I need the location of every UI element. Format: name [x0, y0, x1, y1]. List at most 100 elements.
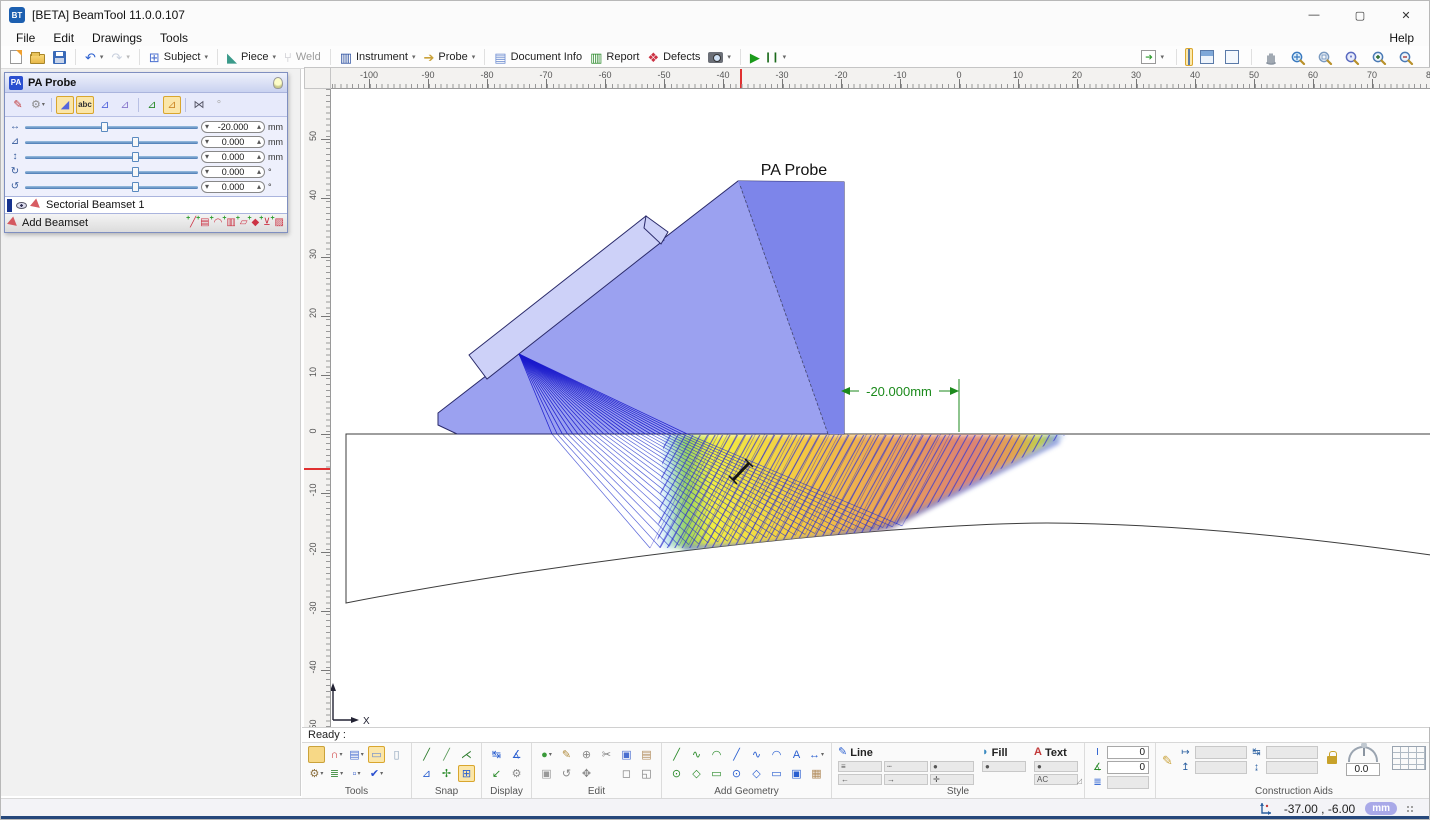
redo-button[interactable]: ↷▾	[107, 49, 133, 66]
toggle-exit-point-icon[interactable]: ⊿	[96, 96, 114, 114]
add-rect[interactable]: ▭	[768, 765, 785, 782]
style-expander-icon[interactable]: ◿	[1077, 777, 1082, 785]
mirror-probe-icon[interactable]: ⋈	[190, 96, 208, 114]
snap-nearest[interactable]: ╱	[438, 746, 455, 763]
add-arc[interactable]: ◠	[768, 746, 785, 763]
aspect-lock-icon[interactable]	[1327, 756, 1337, 764]
magnet-tool[interactable]: ∩▾	[328, 746, 345, 763]
menu-file[interactable]: File	[7, 31, 44, 45]
grid-settings-icon[interactable]	[1392, 746, 1426, 770]
probe-index-offset-slider[interactable]	[25, 137, 198, 147]
show-angles[interactable]: ∡	[508, 746, 525, 763]
probe-index-offset-thumb[interactable]	[132, 137, 139, 147]
add-text[interactable]: A	[788, 746, 805, 763]
measure-pencil-icon[interactable]: ✎	[1162, 754, 1173, 767]
move[interactable]: ✥	[578, 765, 595, 782]
minimize-button[interactable]: —	[1291, 1, 1337, 29]
probe-elevation-thumb[interactable]	[132, 152, 139, 162]
pan-button[interactable]	[1260, 48, 1283, 67]
weld-button[interactable]: ⑂Weld	[280, 49, 325, 66]
snap-axis[interactable]: ⊿	[418, 765, 435, 782]
wedge-dimensions-icon[interactable]: ⊿	[143, 96, 161, 114]
line-color-button[interactable]: ●	[930, 761, 974, 772]
y-span-field[interactable]	[1266, 761, 1318, 774]
line-dash-button[interactable]: ┄	[884, 761, 928, 772]
menu-tools[interactable]: Tools	[151, 31, 197, 45]
add-compound-beamset-icon[interactable]: ◆	[252, 217, 260, 229]
zoom-selected-button[interactable]	[1340, 48, 1364, 67]
side-panel-tool[interactable]: ▯	[388, 746, 405, 763]
select-tool[interactable]	[308, 746, 325, 763]
text-case-button[interactable]: AC	[1034, 774, 1078, 785]
probe-x-position-thumb[interactable]	[101, 122, 108, 132]
drawing-canvas[interactable]: -20.000mm PA Probe Y X	[331, 89, 1430, 727]
screenshot-button[interactable]: ▾	[704, 50, 735, 65]
list-field[interactable]	[1107, 776, 1149, 789]
zoom-extents-button[interactable]	[1286, 48, 1310, 67]
probe-skew-spinner[interactable]: ▾0.000▴	[201, 181, 265, 193]
angle-lock-icon[interactable]: ∡	[1091, 762, 1104, 773]
add-line[interactable]: ╱	[728, 746, 745, 763]
line-end-arrow-button[interactable]: →	[884, 774, 928, 785]
new-document-button[interactable]	[6, 48, 26, 66]
probe-settings-icon[interactable]: ⚙▾	[29, 96, 47, 114]
paste[interactable]: ▤	[638, 746, 655, 763]
probe-button[interactable]: ➔Probe▾	[419, 49, 479, 66]
add-polyline[interactable]: ∿	[748, 746, 765, 763]
instrument-button[interactable]: ▥Instrument▾	[336, 49, 420, 66]
open-document-button[interactable]	[26, 49, 49, 66]
probe-x-position-slider[interactable]	[25, 122, 198, 132]
add-dimension[interactable]: ↔▾	[808, 746, 825, 763]
probe-rotation-slider[interactable]	[25, 167, 198, 177]
beamset-row[interactable]: Sectorial Beamset 1	[5, 196, 287, 213]
view-wireframe-button[interactable]	[1221, 48, 1243, 66]
select-contour[interactable]: ◻	[618, 765, 635, 782]
add-node[interactable]: ⊕	[578, 746, 595, 763]
defects-button[interactable]: ❖Defects	[643, 49, 704, 66]
rotate[interactable]: ↺	[558, 765, 575, 782]
snap-intersection[interactable]: ⋌	[458, 746, 475, 763]
add-circle[interactable]: ⊙	[728, 765, 745, 782]
add-polyline-piece[interactable]: ∿	[688, 746, 705, 763]
add-tandem-beamset-icon[interactable]: ⊻	[263, 217, 270, 229]
probe-skew-thumb[interactable]	[132, 182, 139, 192]
wrench-tool[interactable]: ⚙▾	[308, 765, 325, 782]
units-badge[interactable]: mm	[1365, 802, 1397, 815]
show-beams[interactable]: ↙	[488, 765, 505, 782]
add-arc-piece[interactable]: ◠	[708, 746, 725, 763]
degree-icon[interactable]: °	[210, 96, 228, 114]
zoom-in-button[interactable]	[1367, 48, 1391, 67]
fill-color[interactable]: ●▾	[538, 746, 555, 763]
export-view-button[interactable]: ➔▾	[1137, 48, 1168, 66]
cut[interactable]: ✂	[598, 746, 615, 763]
y-offset-field[interactable]	[1195, 761, 1247, 774]
subject-button[interactable]: ⊞Subject▾	[145, 49, 212, 66]
document-info-button[interactable]: ▤Document Info	[490, 49, 586, 66]
menu-drawings[interactable]: Drawings	[83, 31, 151, 45]
preview-panel-tool[interactable]: ▭	[368, 746, 385, 763]
probe-rotation-spinner[interactable]: ▾0.000▴	[201, 166, 265, 178]
line-start-arrow-button[interactable]: ←	[838, 774, 882, 785]
zoom-out-button[interactable]	[1394, 48, 1418, 67]
add-rect-piece[interactable]: ▭	[708, 765, 725, 782]
add-line-piece[interactable]: ╱	[668, 746, 685, 763]
line-width-button[interactable]: ≡	[838, 761, 882, 772]
toggle-wedge-outline-icon[interactable]: ⊿	[116, 96, 134, 114]
add-matrix-beamset-icon[interactable]: ▨	[275, 217, 284, 229]
marquee-select-tool[interactable]: ▫▾	[348, 765, 365, 782]
add-skew-beamset-icon[interactable]: ▱	[240, 217, 248, 229]
line-marker-button[interactable]: ✛	[930, 774, 974, 785]
probe-x-position-spinner[interactable]: ▾-20.000▴	[201, 121, 265, 133]
visibility-eye-icon[interactable]	[16, 202, 27, 209]
text-color-button[interactable]: ●	[1034, 761, 1078, 772]
list-icon[interactable]: ≣	[1091, 777, 1104, 788]
save-button[interactable]	[49, 49, 70, 66]
maximize-button[interactable]: ▢	[1337, 1, 1383, 29]
menu-help[interactable]: Help	[1380, 31, 1423, 45]
play-pause-button[interactable]: ▶❙❙▾	[746, 49, 790, 66]
text-angle-field[interactable]: 0	[1107, 761, 1149, 774]
wedge-angle-icon[interactable]: ⊿	[163, 96, 181, 114]
scene-editor-tool[interactable]: ✔▾	[368, 765, 385, 782]
duplicate[interactable]: ▣	[538, 765, 555, 782]
add-array-beamset-icon[interactable]: ▥	[226, 217, 235, 229]
